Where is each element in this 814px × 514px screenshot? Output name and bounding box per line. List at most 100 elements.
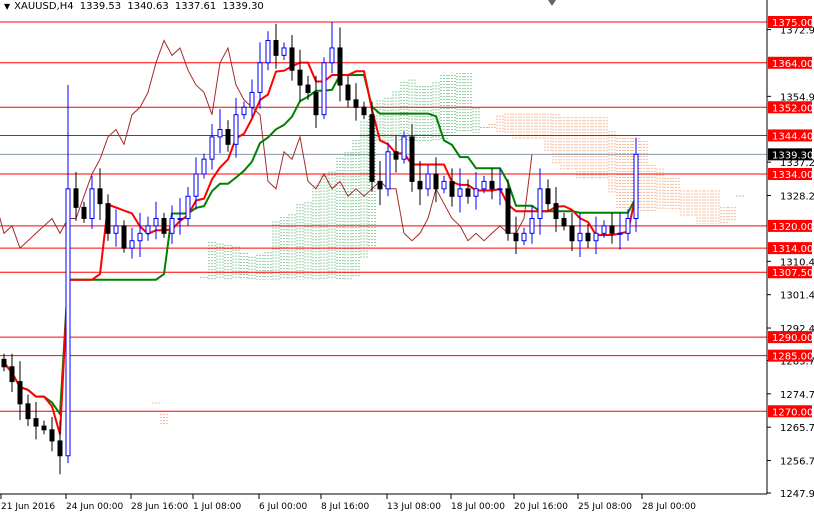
candle-body [177,217,183,220]
price-chart[interactable]: 1372.951354.951337.201328.201310.451301.… [0,0,814,514]
candle-body [129,240,135,249]
candle-body [233,114,239,145]
time-tick-label: 28 Jun 16:00 [131,502,188,512]
candle-body [577,232,583,242]
level-label: 1352.00 [772,103,813,114]
menu-arrow-icon[interactable]: ▼ [4,2,10,11]
price-tick-label: 1328.20 [780,191,814,202]
candle-body [281,47,287,56]
candle-body [617,232,623,235]
price-tick-label: 1265.70 [780,423,814,434]
candle-body [1,358,7,368]
candle-body [497,188,503,191]
candle-body [161,217,167,234]
price-tick-label: 1301.45 [780,291,814,302]
level-label: 1270.00 [772,407,813,418]
high-value: 1340.63 [127,1,169,12]
kijun-sen-line [3,74,637,417]
level-label: 1320.00 [772,222,813,233]
candle-body [505,188,511,234]
price-tick-label: 1247.95 [780,489,814,500]
candle-body [353,99,359,108]
candle-body [593,232,599,242]
candle-body [305,84,311,93]
candle-body [97,188,103,205]
candle-body [377,180,383,190]
candle-body [561,217,567,227]
level-label: 1314.00 [772,244,813,255]
candle-body [361,106,367,116]
candle-body [33,418,39,427]
candle-body [57,440,63,457]
time-tick-label: 13 Jul 08:00 [387,502,441,512]
candle-body [89,188,95,219]
candle-body [633,153,639,219]
time-tick-label: 6 Jul 00:00 [259,502,308,512]
candle-body [337,47,343,86]
time-tick-label: 21 Jun 2016 [1,502,55,512]
candle-body [329,47,335,64]
candle-body [345,84,351,101]
candle-body [513,232,519,242]
candle-body [481,180,487,190]
candle-body [241,106,247,116]
candle-body [73,188,79,208]
candle-body [537,188,543,219]
candle-body [521,232,527,242]
candle-body [297,69,303,86]
candle-body [609,225,615,234]
candle-body [185,195,191,219]
support-resistance-levels [0,21,767,412]
candle-body [169,217,175,234]
candle-body [217,129,223,138]
candle-body [145,225,151,234]
candle-body [113,225,119,234]
candle-body [369,114,375,182]
price-tick-label: 1256.70 [780,457,814,468]
candle-body [409,136,415,182]
level-label: 1344.40 [772,131,813,142]
candle-body [17,381,23,405]
candle-body [105,203,111,234]
current-price-label: 1339.30 [772,150,813,161]
candle-body [417,180,423,190]
candle-body [265,40,271,64]
level-label: 1285.00 [772,352,813,363]
candle-body [137,232,143,242]
candle-body [49,429,55,442]
candle-body [289,47,295,71]
level-labels: 1375.00 1364.00 1352.00 1344.40 1334.00 1320.… [768,16,813,418]
time-axis: 21 Jun 2016 24 Jun 00:00 28 Jun 16:00 1 Jul… [0,494,696,512]
candle-body [81,206,87,219]
open-value: 1339.53 [79,1,122,12]
level-label: 1307.50 [772,268,813,279]
candle-body [553,203,559,219]
candle-body [393,151,399,160]
time-tick-label: 24 Jun 00:00 [66,502,123,512]
candle-body [121,225,127,249]
candle-body [473,188,479,197]
candle-body [225,129,231,145]
candle-body [321,62,327,116]
ichimoku-cloud [152,73,744,425]
low-value: 1337.61 [174,1,217,12]
candle-body [313,91,319,116]
price-axis: 1372.951354.951337.201328.201310.451301.… [767,26,814,500]
time-tick-label: 1 Jul 08:00 [193,502,242,512]
candle-body [465,188,471,197]
candle-body [441,180,447,190]
candle-body [433,173,439,190]
candle-body [9,366,15,383]
close-value: 1339.30 [222,1,264,12]
candle-body [201,158,207,175]
candle-body [457,188,463,197]
candle-body [489,180,495,190]
candle-body [153,217,159,227]
candle-body [425,173,431,190]
candle-body [249,91,255,108]
candle-body [41,425,47,431]
candle-body [25,403,31,420]
candle-body [65,188,71,457]
chart-shift-marker-icon[interactable] [548,0,556,6]
candle-body [529,217,535,234]
